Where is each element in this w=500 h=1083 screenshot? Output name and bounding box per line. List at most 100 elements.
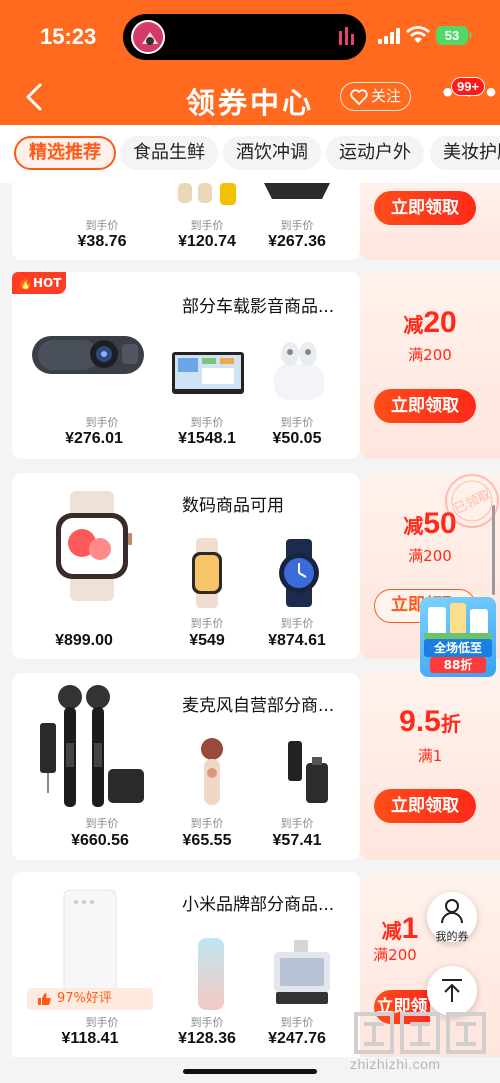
microphone-set-image — [40, 685, 144, 807]
hot-badge: 🔥HOT — [12, 272, 66, 294]
status-bar: 15:23 53 — [0, 0, 500, 70]
rating-badge: 97%好评 — [27, 988, 153, 1010]
discount-condition: 满200 — [408, 346, 452, 364]
coupon-panel: 立即领取 — [360, 183, 500, 260]
watermark-logo — [354, 1012, 486, 1054]
product-price: ¥247.76 — [268, 1030, 326, 1047]
product-group-name: 小米品牌部分商品... — [182, 895, 335, 915]
follow-label: 关注 — [371, 87, 402, 105]
price-label: 到手价 — [85, 219, 119, 232]
promo-products-icon — [424, 603, 492, 639]
discount-amount: 减20 — [403, 306, 457, 339]
price-label: 到手价 — [280, 1016, 314, 1029]
price-label: 到手价 — [280, 416, 314, 429]
product-price: ¥57.41 — [272, 832, 322, 849]
price-label: 到手价 — [85, 1016, 119, 1029]
tab-drinks[interactable]: 酒饮冲调 — [223, 136, 321, 170]
power-bank-image — [63, 889, 117, 997]
svg-text:已领取: 已领取 — [452, 487, 494, 517]
battery-tip — [469, 32, 472, 39]
scrollbar[interactable] — [492, 505, 495, 595]
claim-button[interactable]: 立即领取 — [374, 389, 476, 423]
product-price: ¥38.76 — [77, 233, 127, 250]
price-label: 到手价 — [190, 1016, 224, 1029]
promo-line1: 全场低至 — [424, 639, 492, 657]
arrow-up-icon — [442, 979, 462, 1002]
price-label: 到手价 — [280, 817, 314, 830]
page-title: 领券中心 — [185, 86, 314, 120]
lavalier-mic-image — [288, 741, 328, 803]
product-price: ¥120.74 — [178, 233, 236, 250]
coupon-panel: 减20 满200 立即领取 — [360, 272, 500, 459]
battery-icon: 53 — [436, 26, 468, 45]
coupon-card[interactable]: 到手价 ¥38.76 到手价 ¥120.74 到手价 ¥267.36 — [12, 183, 360, 260]
music-avatar-icon — [131, 20, 165, 54]
tab-beauty[interactable]: 美妆护肤 — [430, 136, 500, 170]
earbuds-image — [274, 342, 324, 400]
smartwatch-image — [56, 491, 132, 601]
tab-food[interactable]: 食品生鲜 — [120, 136, 218, 170]
karaoke-mic-image — [201, 738, 223, 805]
product-image — [178, 183, 236, 205]
thumbs-up-icon — [38, 993, 51, 1005]
discount-condition: 满200 — [408, 547, 452, 565]
product-price: ¥276.01 — [65, 430, 123, 447]
tab-outdoor[interactable]: 运动户外 — [326, 136, 424, 170]
price-label: 到手价 — [190, 416, 224, 429]
price-label: 到手价 — [85, 817, 119, 830]
coupon-card[interactable]: 部分车载影音商品... 到手价 ¥276.01 到手价 ¥1548.1 到手价 … — [12, 272, 360, 459]
signal-icon — [378, 28, 400, 44]
product-price: ¥549 — [189, 632, 225, 649]
tab-selected[interactable]: 精选推荐 — [14, 136, 116, 170]
dynamic-island — [123, 14, 366, 60]
claim-button[interactable]: 立即领取 — [374, 789, 476, 823]
product-price: ¥1548.1 — [178, 430, 236, 447]
product-image — [264, 183, 330, 199]
follow-button[interactable]: 关注 — [340, 82, 411, 111]
product-price: ¥128.36 — [178, 1030, 236, 1047]
product-price: ¥118.41 — [61, 1030, 119, 1047]
nav-bar: 领券中心 关注 • • • 99+ — [0, 70, 500, 125]
price-label: 到手价 — [190, 617, 224, 630]
gradient-bottle-image — [198, 938, 224, 1010]
product-price: ¥874.61 — [268, 632, 326, 649]
message-badge: 99+ — [451, 77, 486, 96]
price-label: 到手价 — [85, 416, 119, 429]
price-label: 到手价 — [190, 817, 224, 830]
price-label: 到手价 — [280, 617, 314, 630]
coupon-card[interactable]: 麦克风自营部分商... 到手价 ¥660.56 到手价 ¥65.55 到手价 ¥… — [12, 673, 360, 860]
product-price: ¥660.56 — [71, 832, 129, 849]
band-image — [192, 538, 222, 608]
dashcam-image — [32, 336, 144, 374]
coupon-card[interactable]: 小米品牌部分商品... 到手价 ¥118.41 到手价 ¥128.36 到手价 … — [12, 872, 360, 1057]
my-coupons-label: 我的券 — [435, 930, 469, 943]
discount-condition: 满1 — [417, 747, 443, 765]
price-label: 到手价 — [190, 219, 224, 232]
heart-icon — [350, 89, 368, 105]
home-indicator[interactable] — [183, 1069, 317, 1074]
price-label: 到手价 — [280, 219, 314, 232]
product-group-name: 部分车载影音商品... — [182, 297, 335, 317]
claim-button[interactable]: 立即领取 — [374, 191, 476, 225]
coupon-panel: 9.5折 满1 立即领取 — [360, 673, 500, 860]
promo-banner[interactable]: 全场低至 88折 — [420, 597, 496, 677]
discount-condition: 满200 — [373, 946, 417, 964]
blue-watch-image — [279, 539, 319, 607]
discount-amount: 9.5折 — [399, 705, 461, 738]
category-tabs: 精选推荐 食品生鲜 酒饮冲调 运动户外 美妆护肤 — [0, 125, 500, 183]
product-price: ¥899.00 — [55, 632, 113, 649]
product-group-name: 麦克风自营部分商... — [182, 696, 335, 716]
user-icon — [441, 899, 463, 924]
coupon-card[interactable]: 数码商品可用 ¥899.00 到手价 ¥549 到手价 ¥874.61 — [12, 473, 360, 659]
wifi-icon — [406, 26, 430, 43]
product-price: ¥50.05 — [272, 430, 322, 447]
fire-icon: 🔥 — [18, 276, 33, 290]
product-price: ¥65.55 — [182, 832, 232, 849]
audio-bars-icon — [339, 27, 354, 45]
watermark-url: zhizhizhi.com — [350, 1056, 441, 1072]
product-price: ¥267.36 — [268, 233, 326, 250]
claimed-stamp: 已领取 — [445, 474, 499, 528]
product-group-name: 数码商品可用 — [182, 496, 284, 516]
car-screen-image — [172, 352, 244, 394]
top-bar: 15:23 53 领券中心 关注 • • • 99+ — [0, 0, 500, 125]
